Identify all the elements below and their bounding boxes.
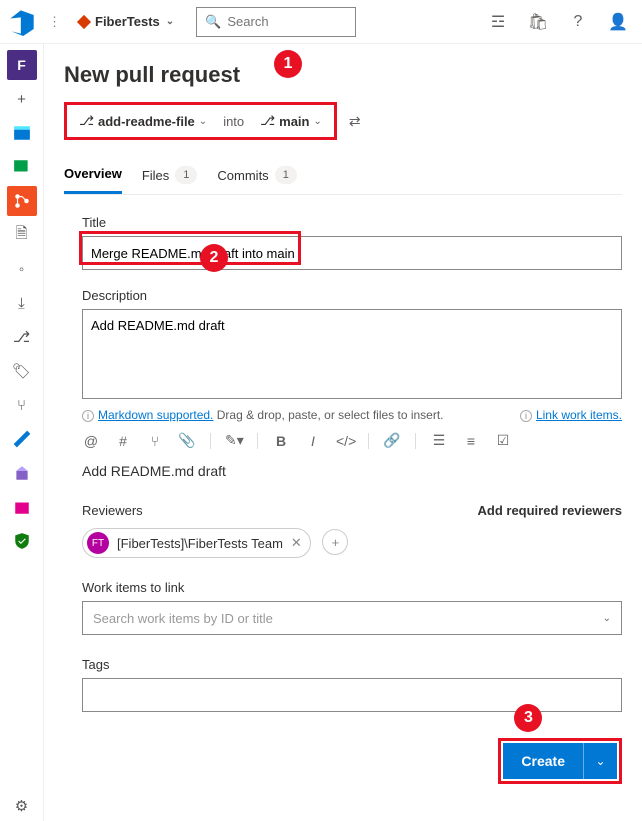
add-required-reviewers[interactable]: Add required reviewers [478, 503, 623, 518]
filter-icon[interactable]: ☲ [482, 12, 514, 32]
checklist-icon[interactable]: ☑ [494, 432, 512, 449]
reviewers-label: Reviewers [82, 503, 143, 518]
commits-count-badge: 1 [275, 166, 297, 184]
tags-input[interactable] [82, 678, 622, 712]
branch-selector-row: ⎇ add-readme-file ⌄ into ⎇ main ⌄ [64, 102, 337, 140]
chevron-down-icon: ⌄ [603, 613, 611, 624]
markdown-link[interactable]: Markdown supported. [98, 408, 213, 422]
info-icon: i [82, 410, 94, 422]
swap-branches-icon[interactable]: ⇄ [349, 113, 361, 130]
nav-artifacts-icon[interactable] [7, 458, 37, 488]
chevron-down-icon: ⌄ [166, 16, 174, 27]
markdown-hint: iMarkdown supported. Drag & drop, paste,… [82, 408, 444, 422]
left-nav: F + 🗎 ◦ ⤓ ⎇ 🏷 ⑂ ⚙ [0, 44, 44, 821]
nav-tags-icon[interactable]: 🏷 [7, 356, 37, 386]
bold-icon[interactable]: B [272, 433, 290, 449]
code-icon[interactable]: </> [336, 433, 354, 449]
info-icon: i [520, 410, 532, 422]
nav-pullrequests-icon[interactable]: ⑂ [7, 390, 37, 420]
user-settings-icon[interactable]: 👤 [602, 12, 634, 32]
description-preview: Add README.md draft [82, 463, 622, 479]
marketplace-icon[interactable]: 🛍 [522, 12, 554, 32]
nav-repos-icon[interactable] [7, 186, 37, 216]
attach-icon[interactable]: 📎 [178, 432, 196, 449]
nav-item-shield[interactable] [7, 526, 37, 556]
search-icon: 🔍 [205, 14, 221, 30]
azure-devops-logo[interactable] [8, 8, 36, 36]
create-highlight: Create ⌄ [498, 738, 622, 784]
link-workitems-hint: i Link work items. [520, 408, 622, 422]
tab-files[interactable]: Files1 [142, 158, 198, 194]
create-button[interactable]: Create [503, 743, 583, 779]
title-input[interactable] [82, 236, 622, 270]
target-branch-name: main [279, 114, 309, 129]
reviewer-pill: FT [FiberTests]\FiberTests Team ✕ [82, 528, 311, 558]
pr-ref-icon[interactable]: ⑂ [146, 433, 164, 449]
branch-icon: ⎇ [260, 113, 275, 129]
source-branch-picker[interactable]: ⎇ add-readme-file ⌄ [73, 109, 213, 133]
tab-overview[interactable]: Overview [64, 158, 122, 194]
bullets-icon[interactable]: ☰ [430, 432, 448, 449]
chevron-down-icon: ⌄ [313, 116, 321, 127]
target-branch-picker[interactable]: ⎇ main ⌄ [254, 109, 328, 133]
nav-settings-icon[interactable]: ⚙ [7, 791, 37, 821]
chevron-down-icon: ⌄ [199, 116, 207, 127]
help-icon[interactable]: ? [562, 13, 594, 31]
nav-commits-icon[interactable]: ◦ [7, 254, 37, 284]
create-dropdown[interactable]: ⌄ [583, 743, 617, 779]
description-input[interactable] [82, 309, 622, 399]
search-box[interactable]: 🔍 [196, 7, 356, 37]
nav-add[interactable]: + [7, 84, 37, 114]
nav-item-pink[interactable] [7, 492, 37, 522]
search-input[interactable] [227, 14, 347, 29]
branch-icon: ⎇ [79, 113, 94, 129]
into-label: into [219, 114, 248, 129]
callout-3: 3 [514, 704, 542, 732]
nav-boards-icon[interactable] [7, 118, 37, 148]
workitems-picker[interactable]: Search work items by ID or title ⌄ [82, 601, 622, 635]
link-icon[interactable]: 🔗 [383, 432, 401, 449]
project-picker[interactable]: FiberTests ⌄ [73, 10, 180, 33]
more-icon[interactable]: ⋮ [44, 14, 65, 30]
nav-project-tile[interactable]: F [7, 50, 37, 80]
source-branch-name: add-readme-file [98, 114, 195, 129]
mention-icon[interactable]: @ [82, 433, 100, 449]
numbered-icon[interactable]: ≡ [462, 433, 480, 449]
workitems-label: Work items to link [82, 580, 622, 595]
nav-branches-icon[interactable]: ⎇ [7, 322, 37, 352]
nav-pushes-icon[interactable]: ⤓ [7, 288, 37, 318]
tags-label: Tags [82, 657, 622, 672]
project-name: FiberTests [95, 14, 160, 29]
add-reviewer-button[interactable]: + [322, 529, 348, 555]
reviewer-avatar: FT [87, 532, 109, 554]
reviewer-name: [FiberTests]\FiberTests Team [117, 536, 283, 551]
nav-testplans-icon[interactable] [7, 152, 37, 182]
hash-icon[interactable]: # [114, 433, 132, 449]
nav-files-icon[interactable]: 🗎 [7, 220, 37, 250]
remove-reviewer-icon[interactable]: ✕ [291, 535, 302, 551]
page-title: New pull request [64, 62, 622, 88]
editor-toolbar: @ # ⑂ 📎 ✎▾ B I </> 🔗 ☰ ≡ ☑ [82, 432, 622, 449]
nav-pipelines-icon[interactable] [7, 424, 37, 454]
files-count-badge: 1 [175, 166, 197, 184]
link-workitems-link[interactable]: Link work items. [536, 408, 622, 422]
workitems-placeholder: Search work items by ID or title [93, 611, 273, 626]
callout-2: 2 [200, 244, 228, 272]
tab-commits[interactable]: Commits1 [217, 158, 296, 194]
title-label: Title [82, 215, 622, 230]
italic-icon[interactable]: I [304, 433, 322, 449]
callout-1: 1 [274, 50, 302, 78]
description-label: Description [82, 288, 622, 303]
project-icon [77, 14, 91, 28]
header-icon[interactable]: ✎▾ [225, 432, 243, 449]
